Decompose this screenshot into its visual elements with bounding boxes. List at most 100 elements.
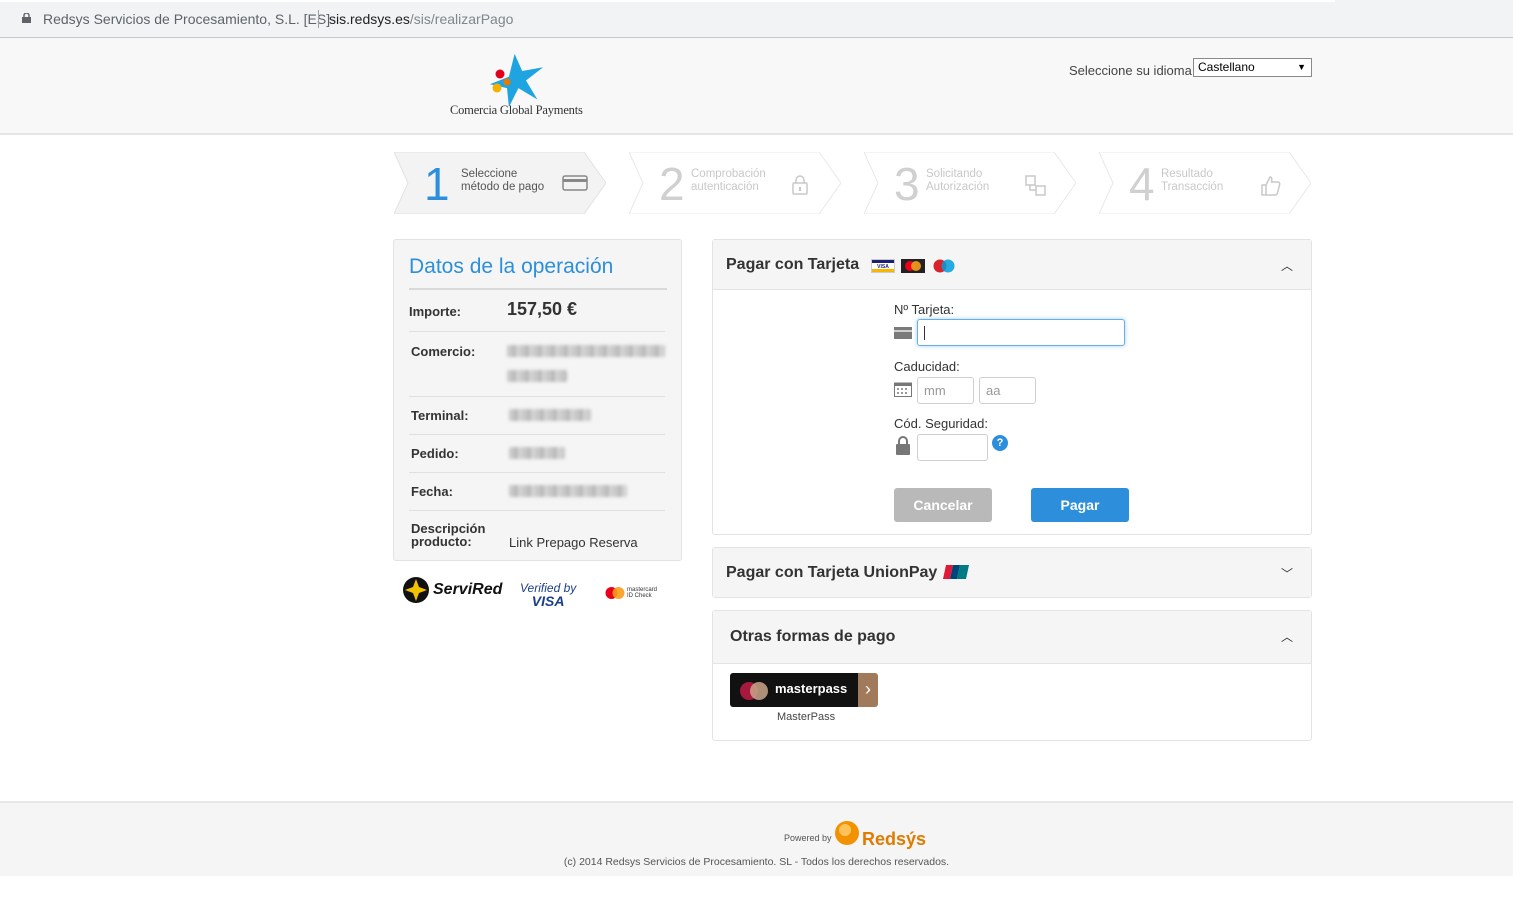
order-label: Pedido: (411, 446, 459, 461)
card-payment-header[interactable]: Pagar con Tarjeta VISA ︿ (713, 240, 1311, 290)
card-number-label: Nº Tarjeta: (894, 302, 955, 317)
order-value-blurred (509, 447, 565, 459)
masterpass-button[interactable]: masterpass › (730, 673, 878, 707)
language-label: Seleccione su idioma (1069, 63, 1192, 78)
help-icon[interactable]: ? (992, 435, 1008, 451)
copyright-text: (c) 2014 Redsys Servicios de Procesamien… (563, 856, 950, 868)
verified-by-visa-logo: Verified by VISA (520, 582, 576, 609)
maestro-card-icon (933, 259, 955, 273)
step-1-line1: Seleccione (461, 168, 518, 180)
card-payment-panel: Pagar con Tarjeta VISA ︿ Nº Tarjeta: Cad… (712, 239, 1312, 535)
text-caret (924, 326, 925, 340)
step-1-line2: método de pago (461, 181, 545, 193)
terminal-label: Terminal: (411, 408, 469, 423)
step-1: 1 Seleccione método de pago (394, 152, 606, 214)
expiry-month-input[interactable]: mm (917, 377, 974, 404)
mastercard-id-check-text: mastercard ID Check (627, 587, 657, 599)
servired-logo-icon (403, 577, 429, 603)
unionpay-card-icon (943, 565, 969, 579)
transfer-icon (1025, 175, 1046, 196)
page-header: Comercia Global Payments Seleccione su i… (0, 38, 1513, 135)
step-4-line1: Resultado (1161, 168, 1213, 180)
step-2-line1: Comprobación (691, 168, 766, 180)
calendar-icon (894, 382, 912, 397)
other-payment-header[interactable]: Otras formas de pago ︿ (713, 611, 1311, 664)
other-payment-title: Otras formas de pago (730, 628, 896, 645)
amount-row: Importe: 157,50 € (409, 292, 665, 332)
tab-strip-edge (0, 0, 1335, 2)
language-selected-value: Castellano (1198, 60, 1255, 74)
id-check-text: ID Check (627, 593, 652, 599)
description-label: Descripción producto: (411, 522, 485, 548)
step-3: 3 Solicitando Autorización (864, 152, 1076, 214)
merchant-row: Comercio: (409, 332, 665, 397)
description-row: Descripción producto: Link Prepago Reser… (409, 511, 665, 553)
step-4: 4 Resultado Transacción (1099, 152, 1311, 214)
dropdown-arrow-icon: ▼ (1297, 62, 1306, 72)
operation-title: Datos de la operación (409, 255, 614, 278)
amount-value: 157,50 € (507, 299, 578, 319)
svg-text:VISA: VISA (877, 264, 889, 270)
terminal-value-blurred (509, 409, 591, 421)
url-path: /sis/realizarPago (409, 11, 514, 27)
card-number-icon (894, 327, 912, 339)
expand-chevron-down-icon[interactable]: ﹀ (1281, 565, 1293, 582)
merchant-label: Comercio: (411, 344, 476, 359)
logo-text: Comercia Global Payments (450, 103, 583, 117)
url-field[interactable]: sis.redsys.es/sis/realizarPago (329, 11, 513, 27)
visa-text: VISA (531, 593, 565, 609)
cvv-lock-icon (896, 436, 910, 455)
powered-by-text: Powered by (784, 833, 832, 843)
collapse-chevron-up-icon[interactable]: ︿ (1281, 628, 1293, 645)
step-4-number: 4 (1129, 158, 1155, 210)
page-footer: Powered by Redsýs (c) 2014 Redsys Servic… (0, 801, 1513, 876)
unionpay-title: Pagar con Tarjeta UnionPay (726, 564, 938, 581)
step-3-text: Solicitando Autorización (926, 168, 989, 194)
other-payment-panel: Otras formas de pago ︿ masterpass › Mast… (712, 610, 1312, 741)
security-code-input[interactable] (917, 434, 988, 461)
merchant-value-blurred (507, 345, 665, 357)
mastercard-circles-icon (605, 587, 625, 599)
thumbs-up-icon (1261, 176, 1281, 196)
operation-data-panel: Datos de la operación Importe: 157,50 € … (393, 239, 682, 561)
amount-label: Importe: (409, 304, 461, 319)
masterpass-circles-icon (740, 682, 768, 700)
step-1-number: 1 (424, 158, 450, 210)
description-value: Link Prepago Reserva (509, 535, 638, 550)
language-select[interactable]: Castellano ▼ (1193, 58, 1312, 77)
lock-icon (792, 175, 808, 195)
step-2-line2: autenticación (691, 181, 759, 193)
security-code-label: Cód. Seguridad: (894, 416, 988, 431)
security-badges: ServiRed Verified by VISA mastercard ID … (400, 575, 680, 611)
masterpass-text: masterpass (775, 681, 848, 696)
expiry-year-input[interactable]: aa (979, 377, 1036, 404)
step-3-line2: Autorización (926, 181, 990, 193)
chevron-right-icon: › (858, 673, 878, 707)
unionpay-panel: Pagar con Tarjeta UnionPay ﹀ (712, 547, 1312, 598)
step-3-number: 3 (894, 158, 920, 210)
collapse-chevron-up-icon[interactable]: ︿ (1281, 257, 1293, 274)
card-payment-title: Pagar con Tarjeta (726, 256, 860, 273)
visa-card-icon: VISA (871, 259, 895, 273)
card-icon (562, 175, 588, 191)
merchant-value-blurred-2 (507, 370, 567, 382)
unionpay-header[interactable]: Pagar con Tarjeta UnionPay ﹀ (713, 548, 1311, 597)
title-divider (409, 288, 667, 290)
step-4-line2: Transacción (1161, 181, 1224, 193)
padlock-icon[interactable] (22, 13, 31, 23)
description-label-line2: producto: (411, 534, 472, 549)
date-value-blurred (509, 485, 627, 497)
redsys-brand-text: Redsýs (862, 829, 927, 849)
pay-button[interactable]: Pagar (1031, 488, 1129, 522)
site-identity[interactable]: Redsys Servicios de Procesamiento, S.L. … (43, 11, 330, 27)
cancel-button[interactable]: Cancelar (894, 488, 992, 522)
mastercard-card-icon (901, 259, 925, 273)
terminal-row: Terminal: (409, 397, 665, 435)
step-2-text: Comprobación autenticación (691, 168, 766, 194)
address-separator (318, 10, 319, 28)
card-number-input[interactable] (917, 319, 1125, 346)
step-2: 2 Comprobación autenticación (629, 152, 841, 214)
expiry-label: Caducidad: (894, 359, 960, 374)
date-label: Fecha: (411, 484, 453, 499)
step-3-line1: Solicitando (926, 168, 983, 180)
